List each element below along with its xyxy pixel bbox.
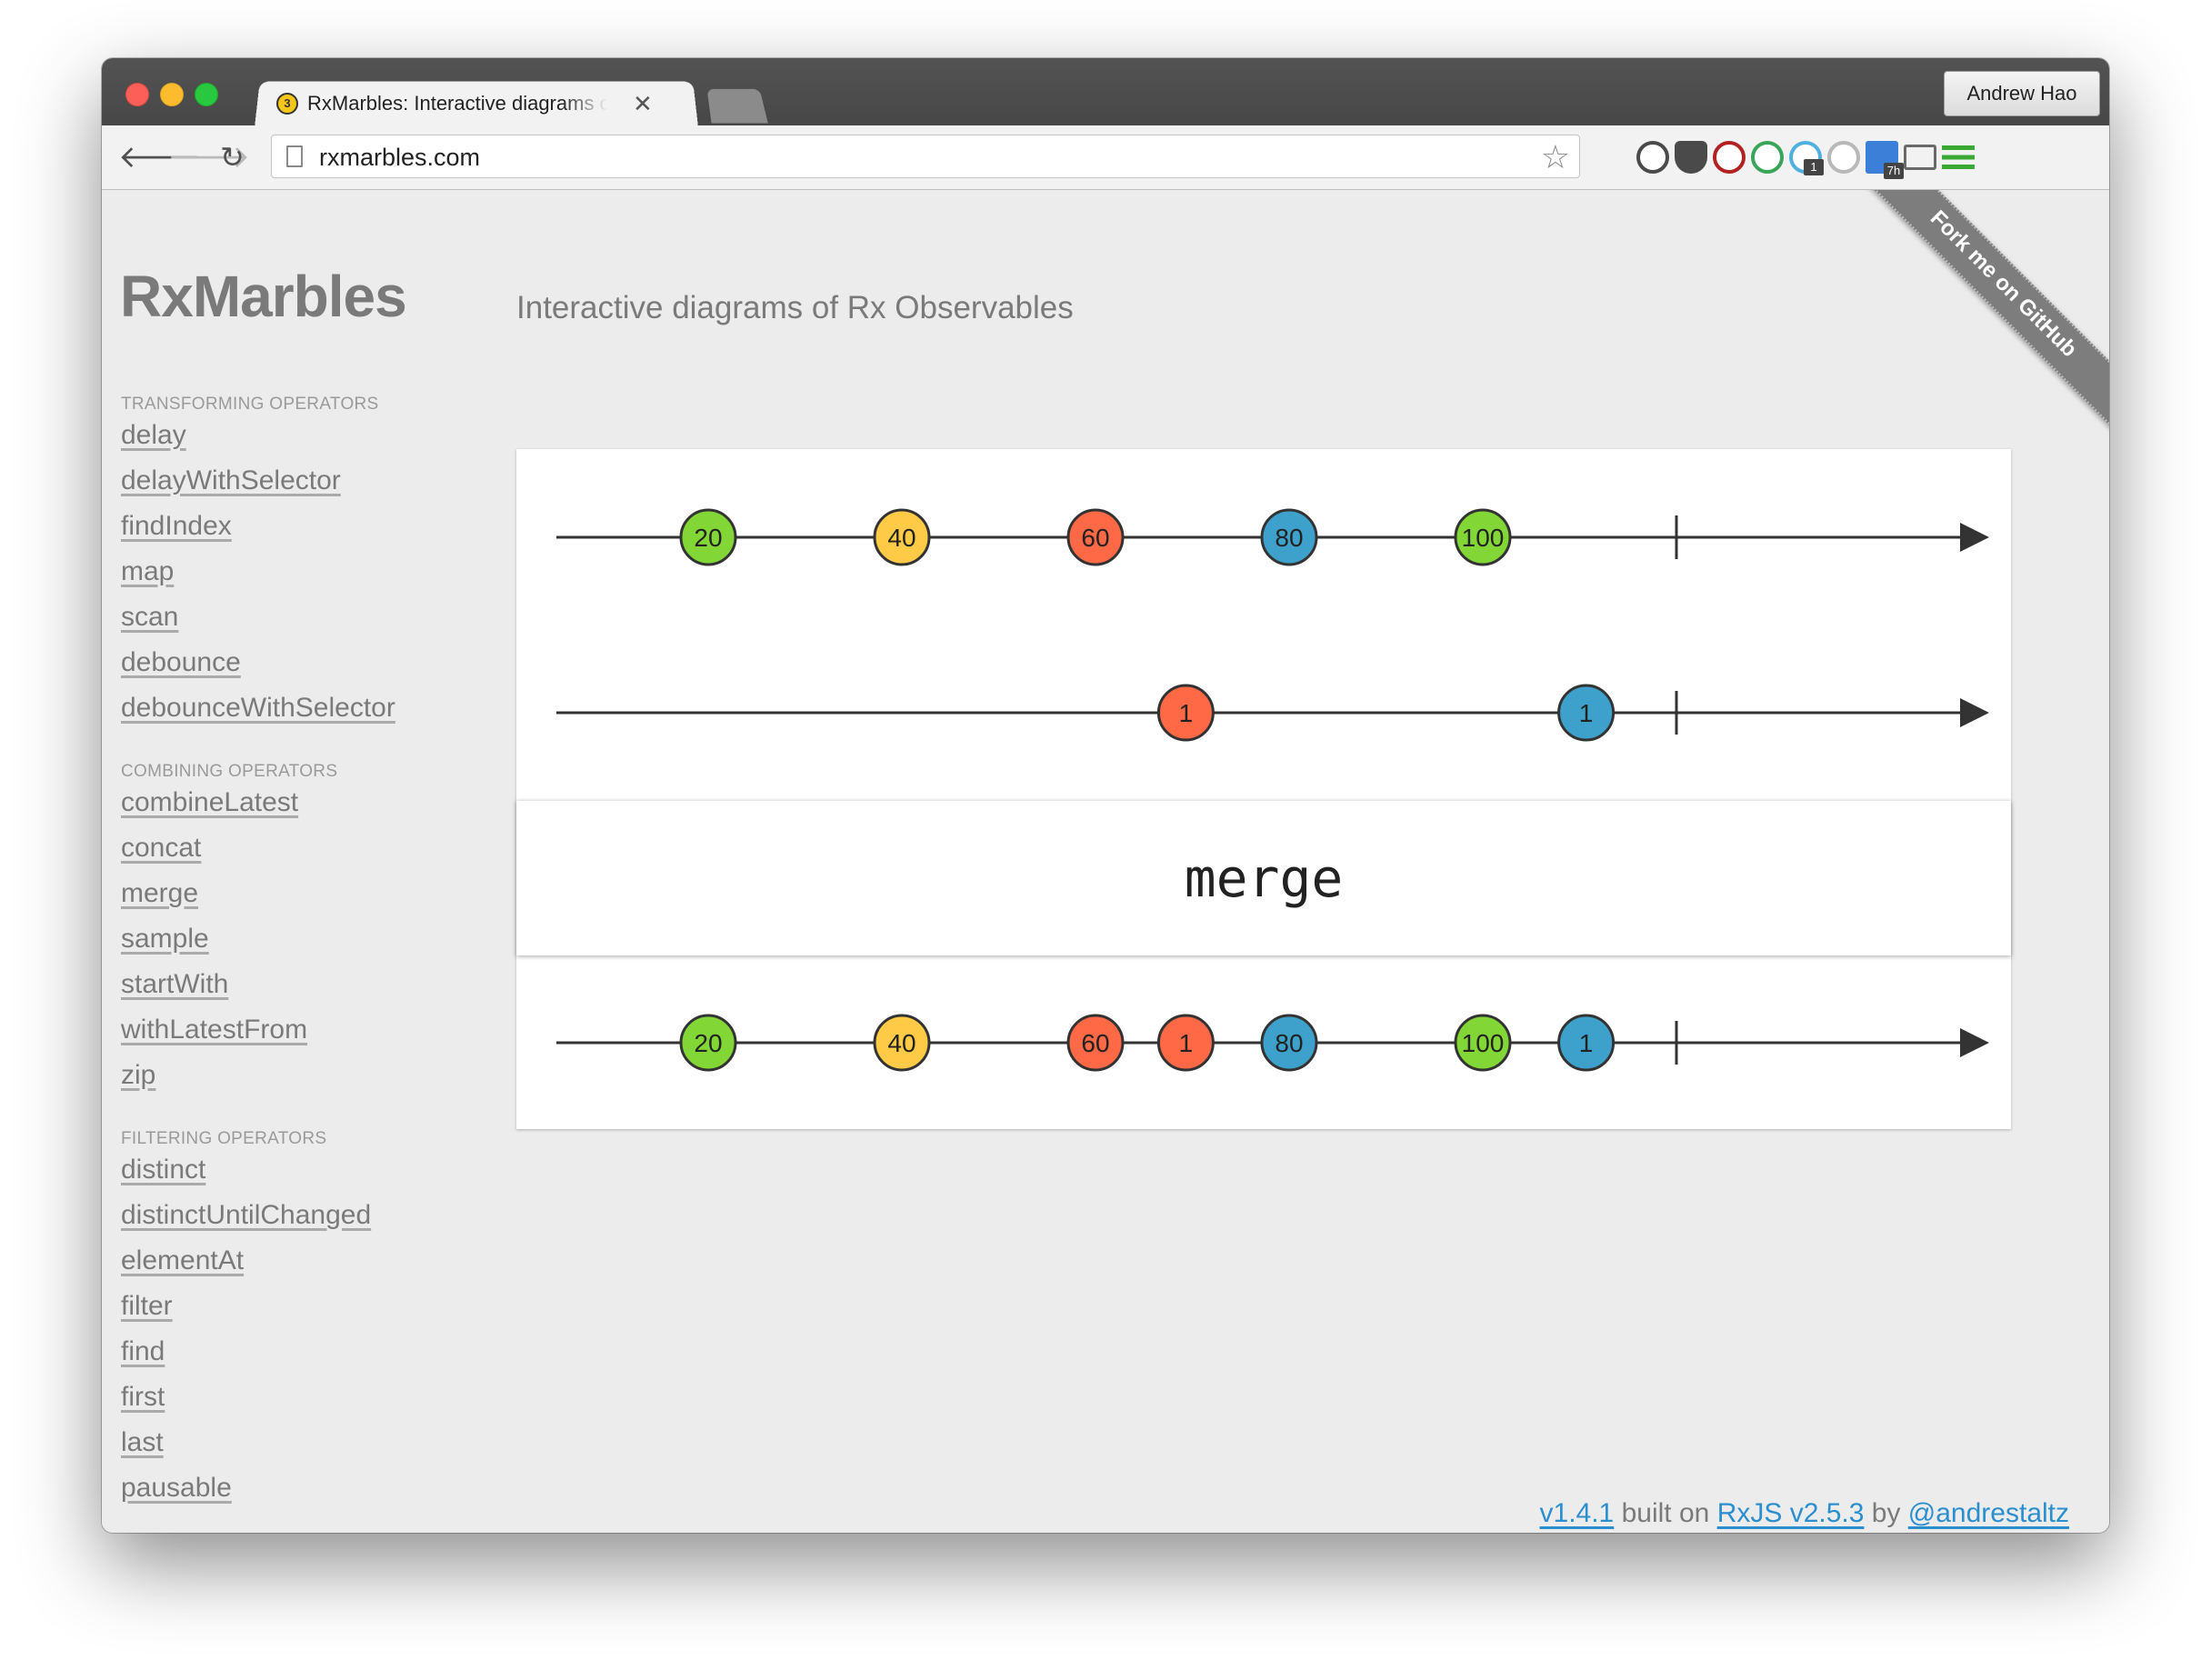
url-text[interactable]: rxmarbles.com xyxy=(319,144,480,172)
marble[interactable] xyxy=(1454,508,1512,566)
footer-built-on: built on xyxy=(1621,1498,1710,1528)
marble xyxy=(679,1014,737,1072)
marble[interactable] xyxy=(1557,684,1616,742)
menu-icon[interactable] xyxy=(1942,145,1975,169)
footer: v1.4.1 built on RxJS v2.5.3 by @andresta… xyxy=(1540,1498,2069,1529)
marble xyxy=(1557,1014,1616,1072)
new-tab-button[interactable] xyxy=(706,88,768,124)
marble xyxy=(1260,1014,1318,1072)
1password-icon[interactable] xyxy=(1636,141,1669,174)
reload-icon[interactable]: ↻ xyxy=(220,140,245,175)
minimize-window-button[interactable] xyxy=(160,83,184,106)
operator-link-findIndex[interactable]: findIndex xyxy=(121,505,448,551)
operator-link-distinctUntilChanged[interactable]: distinctUntilChanged xyxy=(121,1195,448,1240)
operator-link-filter[interactable]: filter xyxy=(121,1285,448,1331)
marble[interactable] xyxy=(1260,508,1318,566)
extension-badge: 7h xyxy=(1884,163,1904,179)
couch-icon[interactable] xyxy=(1713,141,1746,174)
marble xyxy=(1066,1014,1125,1072)
marble xyxy=(1156,1014,1215,1072)
operator-link-find[interactable]: find xyxy=(121,1331,448,1376)
page-content: RxMarbles Interactive diagrams of Rx Obs… xyxy=(102,190,2109,1533)
operator-group-title: TRANSFORMING OPERATORS xyxy=(121,395,379,414)
footer-by: by xyxy=(1871,1498,1901,1528)
operator-link-debounceWithSelector[interactable]: debounceWithSelector xyxy=(121,687,448,733)
timeline-arrow xyxy=(1960,1028,1989,1057)
timeline-arrow xyxy=(1960,698,1989,727)
github-ribbon[interactable]: Fork me on GitHub xyxy=(1836,190,2109,463)
close-window-button[interactable] xyxy=(125,83,149,106)
operator-link-delay[interactable]: delay xyxy=(121,415,448,460)
operator-link-merge[interactable]: merge xyxy=(121,873,448,918)
operator-label: merge xyxy=(1184,847,1344,909)
tab-title: RxMarbles: Interactive diagrams of Rx Ob… xyxy=(307,92,607,115)
operator-link-last[interactable]: last xyxy=(121,1422,448,1467)
operator-link-scan[interactable]: scan xyxy=(121,596,448,642)
favicon-icon: 3 xyxy=(276,93,298,115)
operator-link-combineLatest[interactable]: combineLatest xyxy=(121,782,448,827)
profile-button[interactable]: Andrew Hao xyxy=(1944,71,2100,116)
browser-window: 3 RxMarbles: Interactive diagrams of Rx … xyxy=(102,58,2109,1533)
operator-group-title: FILTERING OPERATORS xyxy=(121,1129,327,1148)
marble xyxy=(873,1014,931,1072)
operator-group: COMBINING OPERATORS combineLatest concat me… xyxy=(121,762,448,1100)
marble[interactable] xyxy=(679,508,737,566)
operator-group: TRANSFORMING OPERATORS delay delayWithSele… xyxy=(121,395,448,733)
pocket-icon[interactable] xyxy=(1675,141,1707,174)
version-link[interactable]: v1.4.1 xyxy=(1540,1498,1615,1528)
rxjs-link[interactable]: RxJS v2.5.3 xyxy=(1717,1498,1865,1528)
operator-link-pausable[interactable]: pausable xyxy=(121,1467,448,1513)
operator-link-elementAt[interactable]: elementAt xyxy=(121,1240,448,1285)
page-icon xyxy=(286,145,303,167)
marble[interactable] xyxy=(1066,508,1125,566)
timelines-canvas: 20 40 60 80 1001 120 40 60 1 80 100 1 xyxy=(556,508,1989,1072)
operator-link-startWith[interactable]: startWith xyxy=(121,964,448,1009)
operator-link-distinct[interactable]: distinct xyxy=(121,1149,448,1195)
pushbullet-icon[interactable] xyxy=(1751,141,1784,174)
marble[interactable] xyxy=(1156,684,1215,742)
operator-group-title: COMBINING OPERATORS xyxy=(121,762,338,781)
title-bar: 3 RxMarbles: Interactive diagrams of Rx … xyxy=(102,58,2109,127)
tab-close-icon[interactable]: ✕ xyxy=(633,90,653,118)
maximize-window-button[interactable] xyxy=(195,83,218,106)
operator-link-debounce[interactable]: debounce xyxy=(121,642,448,687)
marble[interactable] xyxy=(873,508,931,566)
operator-link-concat[interactable]: concat xyxy=(121,827,448,873)
cast-icon[interactable] xyxy=(1904,145,1936,170)
operator-link-zip[interactable]: zip xyxy=(121,1055,448,1100)
operator-link-withLatestFrom[interactable]: withLatestFrom xyxy=(121,1009,448,1055)
marble xyxy=(1454,1014,1512,1072)
address-bar[interactable]: rxmarbles.com ☆ xyxy=(271,135,1580,178)
operator-sidebar: TRANSFORMING OPERATORS delay delayWithSele… xyxy=(121,395,448,1533)
marble-diagram: merge 20 40 60 80 100 1 1 20 40 60 1 80 100 1 xyxy=(516,449,2011,1129)
timeline-arrow xyxy=(1960,523,1989,552)
operator-link-map[interactable]: map xyxy=(121,551,448,596)
operator-link-sample[interactable]: sample xyxy=(121,918,448,964)
ghostery-icon[interactable]: 1 xyxy=(1789,141,1824,175)
calendar-icon[interactable]: 7h xyxy=(1866,141,1904,179)
power-icon[interactable] xyxy=(1827,141,1860,174)
operator-link-first[interactable]: first xyxy=(121,1376,448,1422)
bookmark-star-icon[interactable]: ☆ xyxy=(1541,138,1570,176)
operator-link-delayWithSelector[interactable]: delayWithSelector xyxy=(121,460,448,505)
toolbar: 🡐 🡒 ↻ rxmarbles.com ☆ 1 7h xyxy=(102,125,2109,190)
github-ribbon-label[interactable]: Fork me on GitHub xyxy=(1850,190,2109,437)
operator-box: merge xyxy=(516,801,2011,955)
site-logo[interactable]: RxMarbles xyxy=(120,263,407,330)
active-tab-content[interactable]: 3 RxMarbles: Interactive diagrams of Rx … xyxy=(265,82,687,125)
page-subtitle: Interactive diagrams of Rx Observables xyxy=(516,290,1074,325)
extension-badge: 1 xyxy=(1804,159,1824,175)
author-link[interactable]: @andrestaltz xyxy=(1908,1498,2069,1528)
operator-group: FILTERING OPERATORS distinct distinctUntil… xyxy=(121,1129,448,1513)
